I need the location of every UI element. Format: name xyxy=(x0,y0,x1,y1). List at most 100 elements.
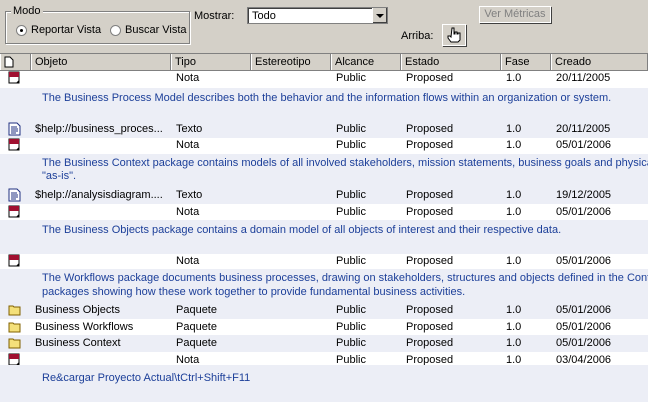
folder-icon xyxy=(8,320,21,334)
note-text: The Business Process Model describes bot… xyxy=(42,92,612,104)
table-row[interactable]: Nota Public Proposed 1.0 20/11/2005 xyxy=(0,70,648,87)
cell-fase: 1.0 xyxy=(506,206,522,218)
cell-objeto: Business Workflows xyxy=(35,321,134,333)
column-header-fase[interactable]: Fase xyxy=(501,54,551,70)
cell-alcance: Public xyxy=(336,304,366,316)
chevron-down-icon[interactable] xyxy=(372,8,387,23)
note-icon xyxy=(8,71,21,85)
results-grid[interactable]: Objeto Tipo Estereotipo Alcance Estado F… xyxy=(0,53,648,402)
folder-icon xyxy=(8,303,21,317)
radio-reportar-label: Reportar Vista xyxy=(31,24,102,36)
text-doc-icon xyxy=(8,188,21,202)
cell-fase: 1.0 xyxy=(506,255,522,267)
cell-tipo: Paquete xyxy=(176,304,217,316)
column-header-alcance[interactable]: Alcance xyxy=(331,54,401,70)
cell-alcance: Public xyxy=(336,123,366,135)
table-row[interactable]: $help://analysisdiagram.... Texto Public Pr… xyxy=(0,187,648,204)
cell-tipo: Nota xyxy=(176,139,200,151)
cell-fase: 1.0 xyxy=(506,321,522,333)
note-text: The Business Context package contains mo… xyxy=(42,157,648,169)
cell-estado: Proposed xyxy=(406,304,454,316)
ver-metricas-button[interactable]: Ver Métricas xyxy=(479,6,551,23)
cell-creado: 05/01/2006 xyxy=(556,206,612,218)
table-row[interactable]: Business Objects Paquete Public Proposed 1.0… xyxy=(0,302,648,319)
note-text: packages showing how these work together… xyxy=(42,286,466,298)
header-doc-icon-cell[interactable] xyxy=(0,54,31,70)
cell-creado: 05/01/2006 xyxy=(556,255,612,267)
table-row[interactable]: Nota Public Proposed 1.0 05/01/2006 xyxy=(0,137,648,154)
cell-fase: 1.0 xyxy=(506,72,522,84)
column-header-objeto[interactable]: Objeto xyxy=(31,54,171,70)
table-row[interactable]: Business Context Paquete Public Proposed 1.0… xyxy=(0,335,648,352)
table-row[interactable]: Nota Public Proposed 1.0 05/01/2006 xyxy=(0,253,648,270)
arriba-label: Arriba: xyxy=(401,30,434,42)
arriba-button[interactable] xyxy=(442,24,466,46)
cell-creado: 05/01/2006 xyxy=(556,337,612,349)
cell-estado: Proposed xyxy=(406,255,454,267)
modo-label: Modo xyxy=(11,5,43,17)
radio-unselected-icon xyxy=(110,24,121,36)
cell-fase: 1.0 xyxy=(506,337,522,349)
column-header-creado[interactable]: Creado xyxy=(551,54,648,70)
cell-tipo: Texto xyxy=(176,123,203,135)
table-row[interactable]: Business Workflows Paquete Public Proposed 1… xyxy=(0,319,648,336)
note-text: The Business Objects package contains a … xyxy=(42,224,562,236)
cell-tipo: Nota xyxy=(176,206,200,218)
cell-creado: 05/01/2006 xyxy=(556,304,612,316)
cell-tipo: Paquete xyxy=(176,321,217,333)
cell-creado: 19/12/2005 xyxy=(556,189,612,201)
cell-objeto xyxy=(35,204,169,221)
cell-creado: 20/11/2005 xyxy=(556,123,611,135)
note-text: The Workflows package documents business… xyxy=(42,272,648,284)
cell-fase: 1.0 xyxy=(506,123,522,135)
mostrar-value: Todo xyxy=(252,10,276,22)
cell-creado: 05/01/2006 xyxy=(556,321,612,333)
cell-creado: 20/11/2005 xyxy=(556,72,611,84)
column-header-estereotipo[interactable]: Estereotipo xyxy=(251,54,331,70)
cell-objeto xyxy=(35,253,169,270)
text-doc-icon xyxy=(8,122,21,136)
cell-alcance: Public xyxy=(336,206,366,218)
cell-creado: 05/01/2006 xyxy=(556,139,612,151)
radio-buscar-vista[interactable]: Buscar Vista xyxy=(110,24,187,36)
column-header-estado[interactable]: Estado xyxy=(401,54,501,70)
cell-estado: Proposed xyxy=(406,321,454,333)
mostrar-select[interactable]: Todo xyxy=(247,7,388,24)
folder-icon xyxy=(8,336,21,350)
toolbar: Modo Reportar Vista Buscar Vista Mostrar… xyxy=(0,0,648,52)
cell-estado: Proposed xyxy=(406,337,454,349)
cell-alcance: Public xyxy=(336,255,366,267)
radio-reportar-vista[interactable]: Reportar Vista xyxy=(16,24,101,36)
cell-fase: 1.0 xyxy=(506,139,522,151)
cell-objeto: $help://business_proces... xyxy=(35,123,163,135)
cell-objeto xyxy=(35,137,169,154)
cell-objeto: Business Context xyxy=(35,337,121,349)
table-row[interactable]: Nota Public Proposed 1.0 05/01/2006 xyxy=(0,204,648,221)
cell-alcance: Public xyxy=(336,189,366,201)
radio-selected-icon xyxy=(16,24,27,36)
column-header-tipo[interactable]: Tipo xyxy=(171,54,251,70)
cell-alcance: Public xyxy=(336,337,366,349)
note-icon xyxy=(8,254,21,268)
note-text: Re&cargar Proyecto Actual\tCtrl+Shift+F1… xyxy=(42,372,251,384)
radio-buscar-label: Buscar Vista xyxy=(125,24,187,36)
cell-objeto xyxy=(35,70,169,87)
cell-objeto: Business Objects xyxy=(35,304,120,316)
table-row[interactable]: $help://business_proces... Texto Public Pro… xyxy=(0,121,648,138)
cell-tipo: Nota xyxy=(176,255,200,267)
cell-tipo: Nota xyxy=(176,72,200,84)
cell-estado: Proposed xyxy=(406,72,454,84)
grid-header: Objeto Tipo Estereotipo Alcance Estado F… xyxy=(0,54,648,71)
cell-estado: Proposed xyxy=(406,206,454,218)
mostrar-label: Mostrar: xyxy=(194,10,235,22)
cell-alcance: Public xyxy=(336,321,366,333)
cell-tipo: Texto xyxy=(176,189,203,201)
note-icon xyxy=(8,138,21,152)
cell-tipo: Paquete xyxy=(176,337,217,349)
note-text: "as-is". xyxy=(42,170,77,182)
hand-up-icon xyxy=(447,27,461,43)
document-icon xyxy=(4,56,14,68)
cell-estado: Proposed xyxy=(406,123,454,135)
cell-objeto: $help://analysisdiagram.... xyxy=(35,189,163,201)
cell-fase: 1.0 xyxy=(506,304,522,316)
